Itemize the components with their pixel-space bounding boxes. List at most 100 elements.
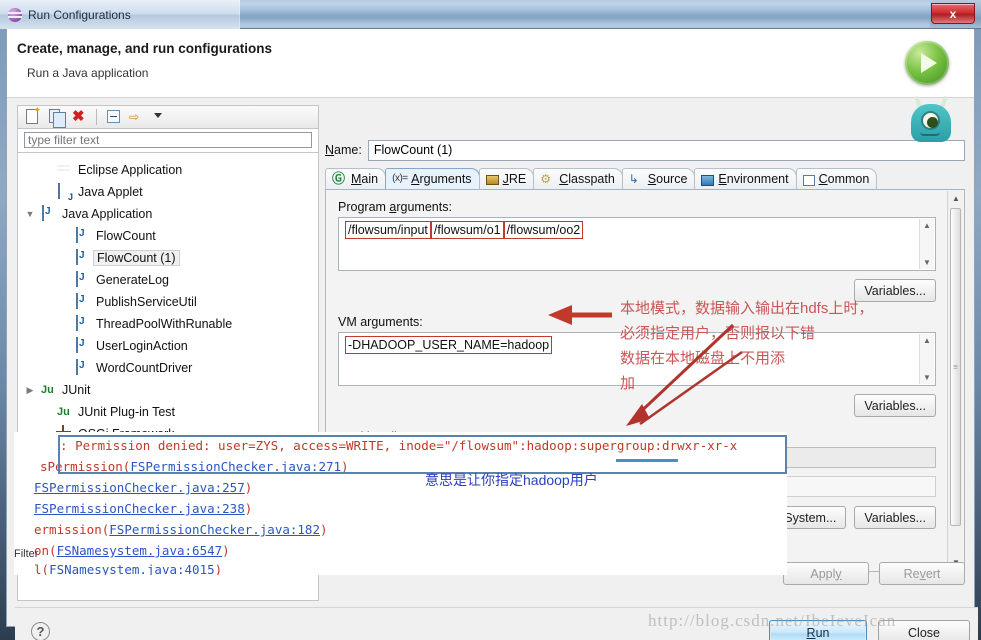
tab-label: Main [351,172,379,186]
tree-item-java-application[interactable]: ▼ Java Application [18,203,318,225]
tree-item-generatelog[interactable]: GenerateLog [18,269,318,291]
tree-item-junit[interactable]: ▶ Ju JUnit [18,379,318,401]
stacktrace-line: : Permission denied: user=ZYS, access=WR… [60,438,737,453]
stacktrace-line: l(FSNamesystem.java:4015) [34,562,222,575]
program-arg-0: /flowsum/input [345,221,431,239]
tab-arguments[interactable]: (x)= Arguments [385,168,480,189]
program-arguments-scrollbar[interactable]: ▲ ▼ [919,219,934,269]
window-title: Run Configurations [28,7,131,22]
stacktrace-link[interactable]: FSNamesystem.java:4015 [49,562,215,575]
program-arg-1: /flowsum/o1 [430,221,504,239]
program-arguments-group: Program arguments: /flowsum/input/flowsu… [338,200,936,302]
tab-environment[interactable]: Environment [694,168,797,189]
stacktrace-text: ) [319,522,328,537]
close-icon[interactable]: x [931,3,975,24]
tree-item-label: Eclipse Application [78,163,183,177]
java-icon [75,271,91,288]
tab-main[interactable]: Ⓖ Main [325,168,387,189]
program-variables-button[interactable]: Variables... [854,279,936,302]
stacktrace-link[interactable]: FSPermissionChecker.java:271 [130,459,341,474]
stacktrace-line: on(FSNamesystem.java:6547) [34,543,230,558]
stacktrace-text: ermission( [34,522,110,537]
tab-panel-scrollbar[interactable]: ▲ ≡ ▼ [947,191,963,570]
copy-icon[interactable] [46,107,66,128]
collapse-all-icon[interactable] [104,107,124,127]
chevron-down-icon[interactable]: ▼ [24,209,36,219]
blue-annotation: 意思是让你指定hadoop用户 [425,472,598,488]
scrollbar-grip-icon: ≡ [953,362,958,372]
vm-arguments-textarea[interactable]: -DHADOOP_USER_NAME=hadoop ▲ ▼ [338,332,936,386]
stacktrace-text: ) [244,501,253,516]
scroll-up-icon[interactable]: ▲ [948,191,964,206]
eclipse-icon [57,162,73,178]
program-arguments-value: /flowsum/input/flowsum/o1/flowsum/oo2 [339,218,935,242]
tree-item-junit-plug-in-test[interactable]: Ju JUnit Plug-in Test [18,401,318,423]
junit-icon: Ju [41,384,54,396]
revert-button[interactable]: Re v ert [879,562,965,585]
tree-item-flowcount[interactable]: FlowCount [18,225,318,247]
tree-toolbar: ✖ ⇨ [17,105,319,129]
program-arguments-label: Program arguments: [338,200,452,214]
working-variables-button[interactable]: Variables... [854,506,936,529]
tab-label: JRE [502,172,527,186]
search-input[interactable] [24,132,312,148]
java-icon [75,359,91,376]
java-icon [41,205,57,222]
stacktrace-link[interactable]: FSPermissionChecker.java:257 [34,480,245,495]
stacktrace-message: Permission denied: user=ZYS, access=WRIT… [75,438,738,453]
tree-item-label: FlowCount [96,229,156,243]
stacktrace-link[interactable]: FSNamesystem.java:6547 [57,543,223,558]
stacktrace-link[interactable]: FSPermissionChecker.java:182 [109,522,320,537]
scroll-down-icon[interactable]: ▼ [923,258,931,267]
scroll-down-icon[interactable]: ▼ [923,373,931,382]
source-icon: ↳ [628,172,639,186]
tree-item-label: Java Application [62,207,153,221]
dialog-header: Create, manage, and run configurations R… [7,29,974,98]
stacktrace-link[interactable]: FSPermissionChecker.java:238 [34,501,245,516]
tree-item-label: ThreadPoolWithRunable [96,317,233,331]
vm-variables-button[interactable]: Variables... [854,394,936,417]
vm-arguments-value: -DHADOOP_USER_NAME=hadoop [339,333,935,357]
vm-arguments-scrollbar[interactable]: ▲ ▼ [919,334,934,384]
tree-item-publishserviceutil[interactable]: PublishServiceUtil [18,291,318,313]
stacktrace-text: l( [34,562,50,575]
program-arguments-textarea[interactable]: /flowsum/input/flowsum/o1/flowsum/oo2 ▲ … [338,217,936,271]
help-icon[interactable]: ? [31,622,50,640]
tab-label: Classpath [559,172,615,186]
scrollbar-thumb[interactable]: ≡ [950,208,961,526]
chevron-right-icon[interactable]: ▶ [24,385,36,396]
filter-field-wrapper [17,129,319,153]
tree-item-label: UserLoginAction [96,339,188,353]
tree-item-label: GenerateLog [96,273,169,287]
page-subtitle: Run a Java application [27,66,149,80]
java-icon [75,227,91,244]
tab-jre[interactable]: JRE [478,168,535,189]
tab-common[interactable]: Common [795,168,878,189]
tree-item-java-applet[interactable]: Java Applet [18,181,318,203]
tree-item-eclipse-application[interactable]: Eclipse Application [18,159,318,181]
tab-source[interactable]: ↳ Source [621,168,696,189]
configuration-name-input[interactable] [367,139,965,161]
tree-item-label: WordCountDriver [96,361,193,375]
mascot-icon [909,95,953,142]
stacktrace-line: sPermission(FSPermissionChecker.java:271… [40,459,349,474]
tab-classpath[interactable]: ⚙ Classpath [533,168,623,189]
stacktrace-text: ) [222,543,230,558]
tree-item-label: PublishServiceUtil [96,295,197,309]
scroll-up-icon[interactable]: ▲ [923,221,931,230]
tree-item-userloginaction[interactable]: UserLoginAction [18,335,318,357]
delete-x-icon[interactable]: ✖ [69,107,89,127]
tree-item-threadpoolwithrunable[interactable]: ThreadPoolWithRunable [18,313,318,335]
tree-item-wordcountdriver[interactable]: WordCountDriver [18,357,318,379]
new-document-icon[interactable] [23,105,43,127]
apply-button[interactable]: Appl y [783,562,869,585]
tree-item-flowcount-1[interactable]: FlowCount (1) [18,247,318,269]
name-label: Name: [325,143,362,157]
sort-filter-icon[interactable]: ⇨ [127,107,147,127]
tree-item-label: JUnit Plug-in Test [78,405,176,419]
chevron-down-icon[interactable] [150,107,170,127]
scroll-up-icon[interactable]: ▲ [923,336,931,345]
tab-label: Common [818,172,870,186]
tree-item-label: Java Applet [78,185,143,199]
junit-plugin-icon: Ju [57,406,70,418]
